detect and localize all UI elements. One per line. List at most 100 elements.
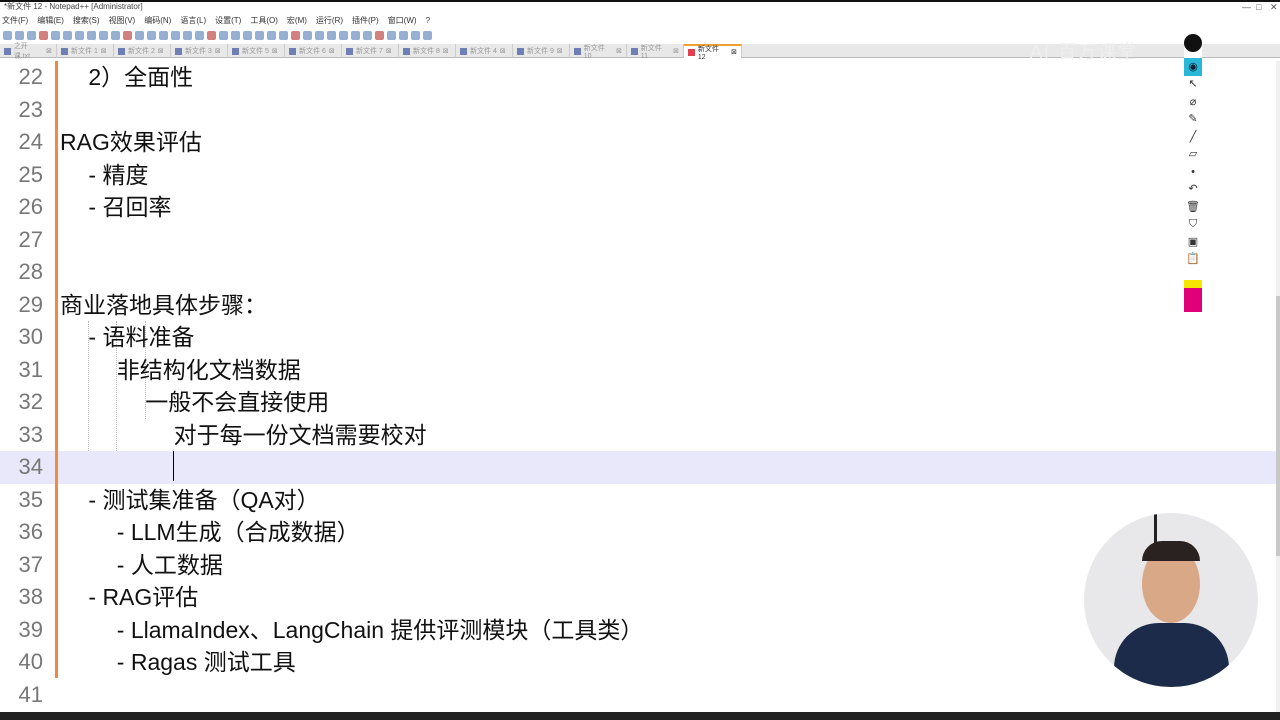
vertical-scrollbar[interactable] bbox=[1276, 61, 1280, 713]
toolbar-button-icon[interactable] bbox=[99, 31, 108, 40]
tab-close-icon[interactable]: ⊠ bbox=[557, 47, 563, 55]
pointer-icon[interactable]: ↖ bbox=[1184, 76, 1202, 94]
menu-item[interactable]: 插件(P) bbox=[352, 14, 379, 28]
toolbar-button-icon[interactable] bbox=[123, 31, 132, 40]
menu-item[interactable]: 运行(R) bbox=[316, 14, 343, 28]
menu-item[interactable]: 编辑(E) bbox=[37, 14, 64, 28]
toolbar-button-icon[interactable] bbox=[111, 31, 120, 40]
toolbar-button-icon[interactable] bbox=[339, 31, 348, 40]
tab-0[interactable]: 之开课.txt ⊠ bbox=[0, 43, 57, 60]
toolbar-button-icon[interactable] bbox=[279, 31, 288, 40]
toolbar-button-icon[interactable] bbox=[51, 31, 60, 40]
editor-line[interactable]: 35 - 测试集准备（QA对） bbox=[0, 484, 1276, 517]
toolbar-button-icon[interactable] bbox=[219, 31, 228, 40]
tab-4[interactable]: 新文件 5 ⊠ bbox=[228, 44, 285, 58]
toolbar-button-icon[interactable] bbox=[411, 31, 420, 40]
toolbar-button-icon[interactable] bbox=[135, 31, 144, 40]
close-button[interactable]: ✕ bbox=[1270, 2, 1278, 12]
toolbar-button-icon[interactable] bbox=[195, 31, 204, 40]
editor-line[interactable]: 41 bbox=[0, 679, 1276, 712]
tab-8[interactable]: 新文件 4 ⊠ bbox=[456, 44, 513, 58]
tab-close-icon[interactable]: ⊠ bbox=[673, 47, 679, 55]
toolbar-button-icon[interactable] bbox=[291, 31, 300, 40]
dot-icon[interactable]: • bbox=[1184, 164, 1202, 182]
toolbar-button-icon[interactable] bbox=[207, 31, 216, 40]
tab-close-icon[interactable]: ⊠ bbox=[272, 47, 278, 55]
maximize-button[interactable]: □ bbox=[1256, 2, 1261, 12]
toolbar-button-icon[interactable] bbox=[303, 31, 312, 40]
editor-line[interactable]: 28 bbox=[0, 256, 1276, 289]
toolbar-button-icon[interactable] bbox=[243, 31, 252, 40]
menu-item[interactable]: 工具(O) bbox=[250, 14, 278, 28]
menu-item[interactable]: 编码(N) bbox=[144, 14, 171, 28]
tab-close-icon[interactable]: ⊠ bbox=[443, 47, 449, 55]
editor-line[interactable]: 34 bbox=[0, 451, 1276, 484]
toolbar-button-icon[interactable] bbox=[159, 31, 168, 40]
tab-11[interactable]: 新文件 11 ⊠ bbox=[627, 44, 684, 60]
menu-item[interactable]: 搜索(S) bbox=[73, 14, 100, 28]
tab-close-icon[interactable]: ⊠ bbox=[616, 47, 622, 55]
tab-close-icon[interactable]: ⊠ bbox=[158, 47, 164, 55]
tab-12[interactable]: 新文件 12 ⊠ bbox=[684, 44, 742, 61]
toolbar-button-icon[interactable] bbox=[375, 31, 384, 40]
minimize-button[interactable]: — bbox=[1242, 2, 1251, 12]
menu-item[interactable]: 视图(V) bbox=[109, 14, 136, 28]
editor-line[interactable]: 31 非结构化文档数据 bbox=[0, 354, 1276, 387]
toolbar-button-icon[interactable] bbox=[231, 31, 240, 40]
tab-close-icon[interactable]: ⊠ bbox=[215, 47, 221, 55]
tab-close-icon[interactable]: ⊠ bbox=[329, 47, 335, 55]
toolbar-button-icon[interactable] bbox=[351, 31, 360, 40]
toolbar-button-icon[interactable] bbox=[15, 31, 24, 40]
editor-line[interactable]: 36 - LLM生成（合成数据） bbox=[0, 516, 1276, 549]
editor-line[interactable]: 22 2）全面性 bbox=[0, 61, 1276, 94]
tab-1[interactable]: 新文件 1 ⊠ bbox=[57, 44, 114, 58]
editor-line[interactable]: 23 bbox=[0, 94, 1276, 127]
toolbar-button-icon[interactable] bbox=[327, 31, 336, 40]
tab-9[interactable]: 新文件 9 ⊠ bbox=[513, 44, 570, 58]
eye-icon[interactable]: ◉ bbox=[1184, 58, 1202, 76]
toolbar-button-icon[interactable] bbox=[315, 31, 324, 40]
toolbar-button-icon[interactable] bbox=[27, 31, 36, 40]
toolbar-button-icon[interactable] bbox=[147, 31, 156, 40]
tab-close-icon[interactable]: ⊠ bbox=[731, 48, 737, 56]
toolbar-button-icon[interactable] bbox=[87, 31, 96, 40]
highlighter-icon[interactable]: ▱ bbox=[1184, 146, 1202, 164]
editor-line[interactable]: 29 商业落地具体步骤： bbox=[0, 289, 1276, 322]
camera-icon[interactable]: ▣ bbox=[1184, 234, 1202, 252]
scrollbar-thumb[interactable] bbox=[1276, 296, 1280, 556]
editor-line[interactable]: 25 - 精度 bbox=[0, 159, 1276, 192]
tab-7[interactable]: 新文件 8 ⊠ bbox=[399, 44, 456, 58]
menu-item[interactable]: 语言(L) bbox=[180, 14, 206, 28]
editor-line[interactable]: 27 bbox=[0, 224, 1276, 257]
editor-line[interactable]: 30 - 语料准备 bbox=[0, 321, 1276, 354]
editor-line[interactable]: 33 对于每一份文档需要校对 bbox=[0, 419, 1276, 452]
editor-line[interactable]: 26 - 召回率 bbox=[0, 191, 1276, 224]
tab-close-icon[interactable]: ⊠ bbox=[500, 47, 506, 55]
line-icon[interactable]: ╱ bbox=[1184, 129, 1202, 147]
toolbar-button-icon[interactable] bbox=[387, 31, 396, 40]
toolbar-button-icon[interactable] bbox=[75, 31, 84, 40]
toolbar-button-icon[interactable] bbox=[171, 31, 180, 40]
tab-close-icon[interactable]: ⊠ bbox=[46, 47, 52, 55]
toolbar-button-icon[interactable] bbox=[363, 31, 372, 40]
tab-close-icon[interactable]: ⊠ bbox=[101, 47, 107, 55]
undo-icon[interactable]: ↶ bbox=[1184, 181, 1202, 199]
tab-5[interactable]: 新文件 6 ⊠ bbox=[285, 44, 342, 58]
editor-line[interactable]: 37 - 人工数据 bbox=[0, 549, 1276, 582]
stamp-icon[interactable]: ⛉ bbox=[1184, 216, 1202, 234]
toolbar-button-icon[interactable] bbox=[63, 31, 72, 40]
toolbar-button-icon[interactable] bbox=[267, 31, 276, 40]
toolbar-button-icon[interactable] bbox=[39, 31, 48, 40]
eraser-icon[interactable]: ⌀ bbox=[1184, 94, 1202, 112]
clipboard-icon[interactable]: 📋 bbox=[1184, 251, 1202, 269]
menu-item[interactable]: ? bbox=[426, 14, 430, 28]
toolbar-button-icon[interactable] bbox=[183, 31, 192, 40]
trash-icon[interactable]: 🗑 bbox=[1184, 199, 1202, 217]
editor-line[interactable]: 40 - Ragas 测试工具 bbox=[0, 646, 1276, 679]
color-palette[interactable] bbox=[1184, 280, 1202, 312]
tab-10[interactable]: 新文件 10 ⊠ bbox=[570, 44, 627, 60]
menu-item[interactable]: 窗口(W) bbox=[388, 14, 417, 28]
menu-item[interactable]: 宏(M) bbox=[287, 14, 307, 28]
toolbar-button-icon[interactable] bbox=[255, 31, 264, 40]
toolbar-button-icon[interactable] bbox=[3, 31, 12, 40]
